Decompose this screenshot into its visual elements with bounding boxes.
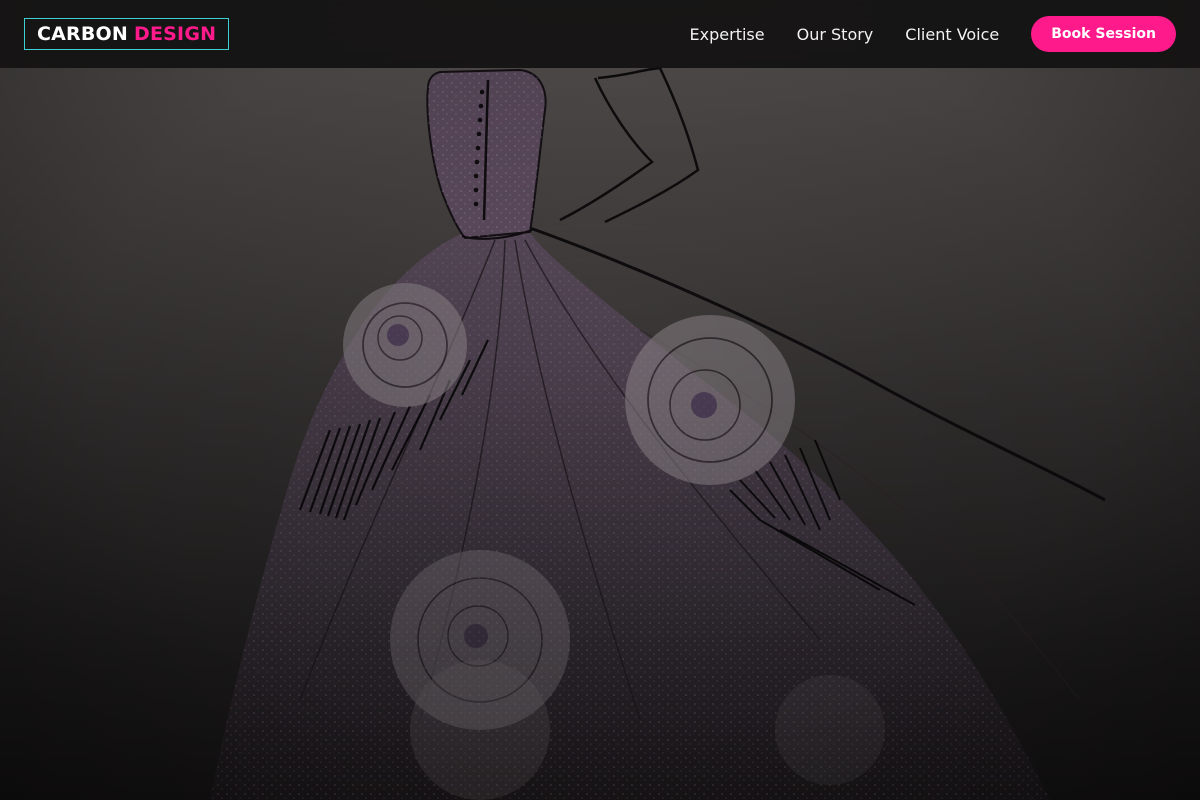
brand-name-primary: CARBON (37, 23, 129, 45)
top-navbar: CARBON DESIGN Expertise Our Story Client… (0, 0, 1200, 68)
nav-links: Expertise Our Story Client Voice (690, 25, 1000, 44)
rosette-flower-icon (343, 283, 467, 407)
gown-sketch-illustration (210, 66, 1106, 800)
brand-logo[interactable]: CARBON DESIGN (24, 18, 230, 50)
nav-link-expertise[interactable]: Expertise (690, 25, 765, 44)
page: CARBON DESIGN Expertise Our Story Client… (0, 0, 1200, 800)
nav-link-our-story[interactable]: Our Story (797, 25, 874, 44)
book-session-button[interactable]: Book Session (1031, 16, 1176, 52)
nav-link-client-voice[interactable]: Client Voice (905, 25, 999, 44)
brand-name-accent: DESIGN (134, 23, 217, 45)
hero-section (0, 0, 1200, 800)
